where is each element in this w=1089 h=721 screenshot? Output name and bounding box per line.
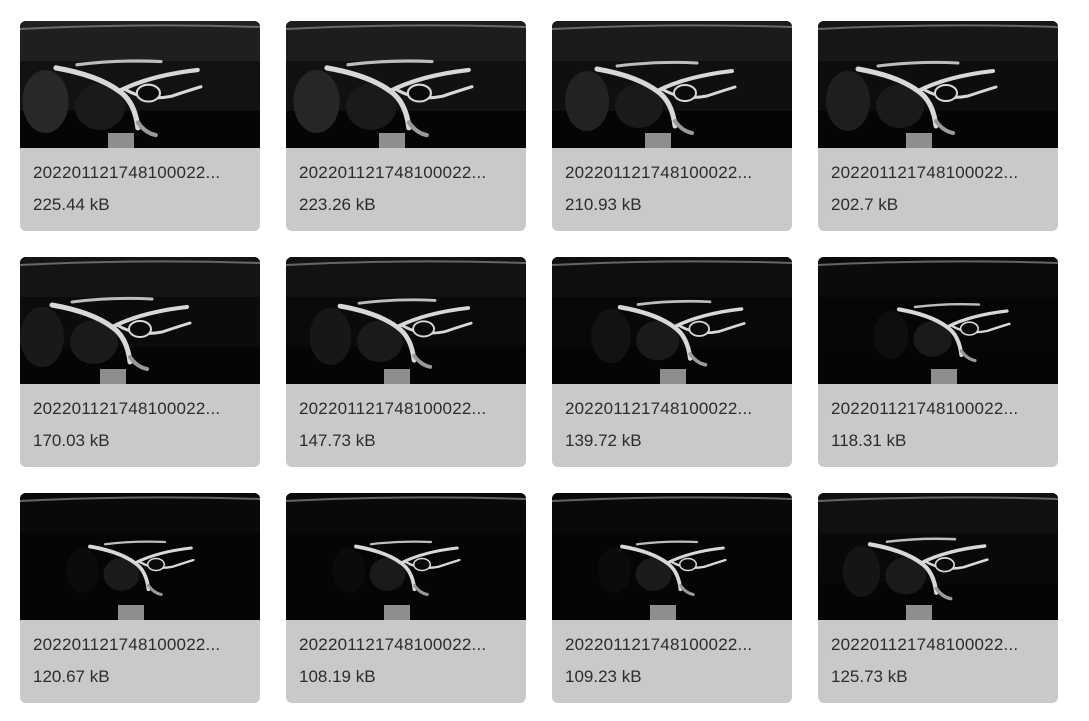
file-size: 210.93 kB [565,195,642,214]
file-size: 120.67 kB [33,667,110,686]
image-thumbnail [552,21,792,148]
file-grid: 202201121748100022... 225.44 kB 20220112… [0,0,1089,721]
image-thumbnail [818,21,1058,148]
file-name: 202201121748100022... [33,163,221,182]
file-size: 170.03 kB [33,431,110,450]
file-card[interactable]: 202201121748100022... 118.31 kB [818,257,1058,467]
file-size: 118.31 kB [831,431,907,450]
file-card[interactable]: 202201121748100022... 202.7 kB [818,21,1058,231]
file-card[interactable]: 202201121748100022... 170.03 kB [20,257,260,467]
file-name: 202201121748100022... [33,635,221,654]
file-name: 202201121748100022... [831,163,1019,182]
file-name: 202201121748100022... [299,399,487,418]
image-thumbnail [20,493,260,620]
file-card[interactable]: 202201121748100022... 109.23 kB [552,493,792,703]
file-card[interactable]: 202201121748100022... 125.73 kB [818,493,1058,703]
file-size: 223.26 kB [299,195,376,214]
file-card[interactable]: 202201121748100022... 108.19 kB [286,493,526,703]
file-name: 202201121748100022... [565,163,753,182]
image-thumbnail [20,21,260,148]
file-card[interactable]: 202201121748100022... 225.44 kB [20,21,260,231]
file-card[interactable]: 202201121748100022... 139.72 kB [552,257,792,467]
file-card[interactable]: 202201121748100022... 223.26 kB [286,21,526,231]
file-card[interactable]: 202201121748100022... 210.93 kB [552,21,792,231]
file-name: 202201121748100022... [33,399,221,418]
file-name: 202201121748100022... [299,163,487,182]
image-thumbnail [552,257,792,384]
file-size: 139.72 kB [565,431,642,450]
image-thumbnail [286,21,526,148]
file-size: 125.73 kB [831,667,908,686]
file-size: 109.23 kB [565,667,642,686]
file-size: 202.7 kB [831,195,899,214]
file-card[interactable]: 202201121748100022... 120.67 kB [20,493,260,703]
file-size: 225.44 kB [33,195,110,214]
file-name: 202201121748100022... [831,399,1019,418]
image-thumbnail [552,493,792,620]
file-name: 202201121748100022... [565,399,753,418]
file-name: 202201121748100022... [565,635,753,654]
image-thumbnail [818,493,1058,620]
image-thumbnail [286,493,526,620]
file-name: 202201121748100022... [831,635,1019,654]
file-size: 108.19 kB [299,667,376,686]
file-size: 147.73 kB [299,431,376,450]
image-thumbnail [20,257,260,384]
image-thumbnail [818,257,1058,384]
file-card[interactable]: 202201121748100022... 147.73 kB [286,257,526,467]
image-thumbnail [286,257,526,384]
file-name: 202201121748100022... [299,635,487,654]
